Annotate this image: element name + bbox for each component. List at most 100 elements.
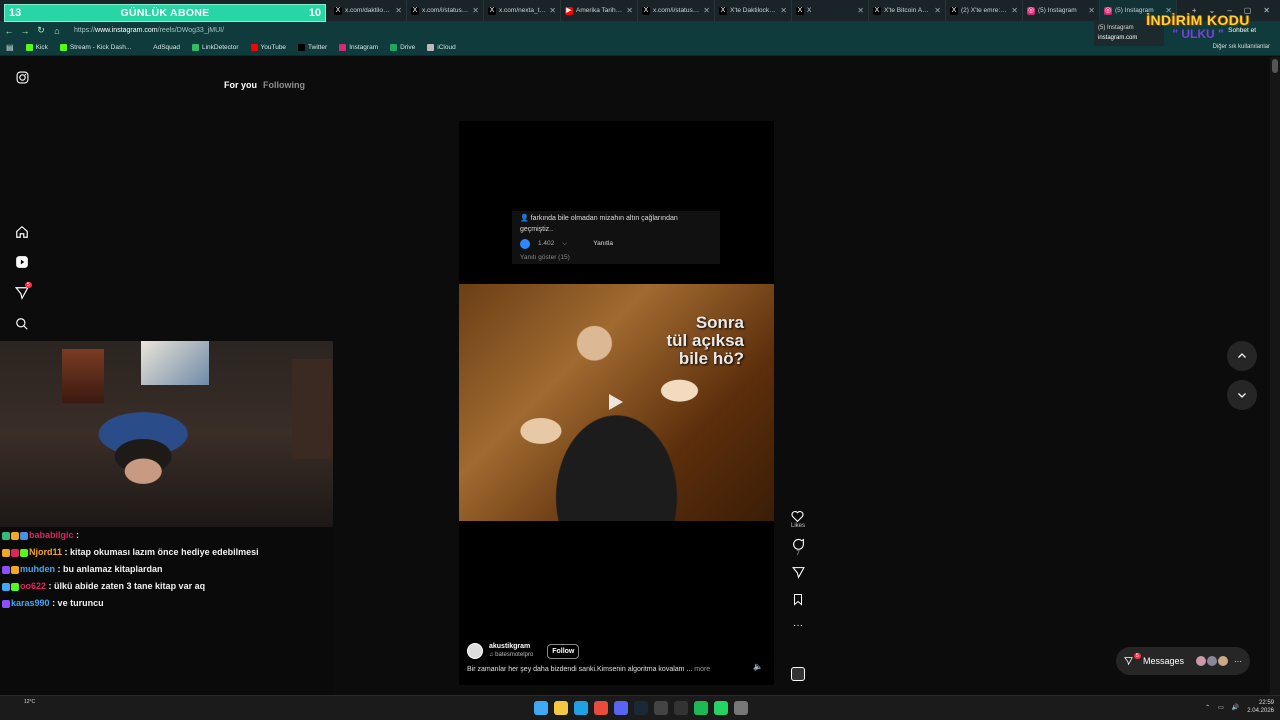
messages-button[interactable]: 5 Messages ··· xyxy=(1116,647,1250,675)
more-options-icon[interactable]: ··· xyxy=(793,620,803,631)
spotify-icon[interactable] xyxy=(694,701,708,715)
tab-label: x.com/nexta_tv/st xyxy=(499,7,547,14)
bookmark-8[interactable]: iCloud xyxy=(427,44,456,51)
home-nav-icon[interactable] xyxy=(12,222,32,242)
edge-icon[interactable] xyxy=(574,701,588,715)
obs-icon[interactable] xyxy=(674,701,688,715)
page-scrollbar[interactable] xyxy=(1270,57,1280,695)
bookmarks-apps-icon[interactable]: ▤ xyxy=(6,43,14,52)
close-tab-icon[interactable]: ✕ xyxy=(626,6,633,15)
home-icon[interactable]: ⌂ xyxy=(50,26,64,36)
comment-button[interactable]: 7 xyxy=(792,538,805,557)
reel-caption-more[interactable]: more xyxy=(694,666,710,673)
discord-icon[interactable] xyxy=(614,701,628,715)
close-tab-icon[interactable]: ✕ xyxy=(780,6,787,15)
tray-chevron-icon[interactable]: ⌃ xyxy=(1205,704,1210,711)
network-icon[interactable]: ▭ xyxy=(1218,704,1224,711)
terminal-icon[interactable] xyxy=(654,701,668,715)
folder-icon[interactable] xyxy=(554,701,568,715)
tab-for-you[interactable]: For you xyxy=(224,80,257,90)
close-tab-icon[interactable]: ✕ xyxy=(1088,6,1095,15)
bookmark-7[interactable]: Drive xyxy=(390,44,415,51)
tab-following[interactable]: Following xyxy=(263,80,305,90)
settings-icon[interactable] xyxy=(734,701,748,715)
tab-6[interactable]: X X ✕ xyxy=(792,0,869,21)
chat-username[interactable]: Njord11 xyxy=(29,547,62,557)
chat-username[interactable]: oo622 xyxy=(20,581,46,591)
bookmark-4[interactable]: YouTube xyxy=(250,44,286,51)
search-nav-icon[interactable] xyxy=(12,314,32,334)
reload-icon[interactable]: ↻ xyxy=(34,25,48,36)
tab-0[interactable]: Xx.com/daktilock/s ✕ xyxy=(330,0,407,21)
next-reel-button[interactable] xyxy=(1227,380,1257,410)
subscriber-goal-right: 10 xyxy=(308,7,321,19)
close-tab-icon[interactable]: ✕ xyxy=(395,6,402,15)
volume-icon[interactable]: 🔊 xyxy=(1232,704,1239,711)
chrome-icon[interactable] xyxy=(594,701,608,715)
bookmark-1[interactable]: Stream - Kick Dash... xyxy=(59,44,131,51)
x-icon: X xyxy=(488,6,496,15)
tab-2[interactable]: Xx.com/nexta_tv/st ✕ xyxy=(484,0,561,21)
avatar[interactable] xyxy=(467,643,483,659)
mute-icon[interactable]: 🔈 xyxy=(753,662,763,671)
tab-label: x.com/i/status/20 xyxy=(422,7,470,14)
likes-label: Likes xyxy=(790,523,805,529)
close-tab-icon[interactable]: ✕ xyxy=(857,6,864,15)
close-tab-icon[interactable]: ✕ xyxy=(703,6,710,15)
close-tab-icon[interactable]: ✕ xyxy=(472,6,479,15)
close-tab-icon[interactable]: ✕ xyxy=(934,6,941,15)
save-button[interactable] xyxy=(792,593,804,606)
reel-audio[interactable]: ♫ batesmotelpro xyxy=(489,651,533,660)
reel-actions: Likes 7 ··· xyxy=(788,510,808,631)
chat-username[interactable]: karas990 xyxy=(11,598,50,608)
chat-badge-icon xyxy=(11,565,19,574)
browser-tabs: Xx.com/daktilock/s ✕ Xx.com/i/status/20 ✕ Xx… xyxy=(330,0,1177,21)
steam-icon[interactable] xyxy=(634,701,648,715)
close-tab-icon[interactable]: ✕ xyxy=(549,6,556,15)
chat-text: : kitap okuması lazım önce hediye edebil… xyxy=(64,547,259,557)
tab-4[interactable]: Xx.com/i/status/20 ✕ xyxy=(638,0,715,21)
bookmark-2[interactable]: AdSquad xyxy=(143,44,180,51)
tab-9[interactable]: ◎ (5) Instagram ✕ xyxy=(1023,0,1100,21)
tab-label: (5) Instagram xyxy=(1038,7,1077,14)
chat-username[interactable]: muhden xyxy=(20,564,55,574)
instagram-logo-icon[interactable] xyxy=(12,67,32,87)
scrollbar-thumb[interactable] xyxy=(1272,59,1278,73)
weather-widget[interactable]: 12°C xyxy=(24,699,35,706)
direct-messages-nav-icon[interactable]: 5 xyxy=(12,282,32,303)
tab-5[interactable]: X X'te Daktilock: "K ✕ xyxy=(715,0,792,21)
forward-icon[interactable]: → xyxy=(18,26,32,36)
close-window-button[interactable]: ✕ xyxy=(1263,6,1270,15)
tab-7[interactable]: X X'te Bitcoin Abi: " ✕ xyxy=(869,0,946,21)
previous-reel-button[interactable] xyxy=(1227,341,1257,371)
bookmark-5[interactable]: Twitter xyxy=(298,44,327,51)
reel-username[interactable]: akustikgram xyxy=(489,642,533,651)
audio-thumbnail[interactable] xyxy=(791,667,805,681)
close-tab-icon[interactable]: ✕ xyxy=(1011,6,1018,15)
url-field[interactable]: https://www.instagram.com/reels/DWog33_j… xyxy=(74,27,224,34)
chat-badge-icon xyxy=(20,531,28,540)
bookmark-6[interactable]: Instagram xyxy=(339,44,378,51)
windows-icon[interactable] xyxy=(534,701,548,715)
tab-1[interactable]: Xx.com/i/status/20 ✕ xyxy=(407,0,484,21)
tab-3[interactable]: ▶ Amerika Tarihinin ✕ xyxy=(561,0,638,21)
play-icon[interactable] xyxy=(609,394,623,410)
bookmark-3[interactable]: LinkDetector xyxy=(192,44,239,51)
share-button[interactable] xyxy=(791,566,805,579)
like-button[interactable]: Likes xyxy=(791,510,805,529)
chat-message: muhden : bu anlamaz kitaplardan xyxy=(2,561,333,578)
reels-nav-icon[interactable] xyxy=(12,252,32,272)
follow-button[interactable]: Follow xyxy=(547,643,580,659)
whatsapp-icon[interactable] xyxy=(714,701,728,715)
tab-label: (2) X'te emre: "11 xyxy=(961,7,1009,14)
feed-tabs: For you Following xyxy=(224,80,305,90)
bookmark-label: LinkDetector xyxy=(202,44,239,51)
clock[interactable]: 22:59 2.04.2026 xyxy=(1247,699,1274,715)
messages-more-icon[interactable]: ··· xyxy=(1234,657,1242,666)
reel-video[interactable]: Sonra tül açıksa bile hö? xyxy=(459,284,774,521)
tab-8[interactable]: X (2) X'te emre: "11 ✕ xyxy=(946,0,1023,21)
wave-poster xyxy=(141,341,209,385)
chat-username[interactable]: bababilgic xyxy=(29,530,74,540)
back-icon[interactable]: ← xyxy=(2,26,16,36)
bookmark-0[interactable]: Kick xyxy=(25,44,48,51)
